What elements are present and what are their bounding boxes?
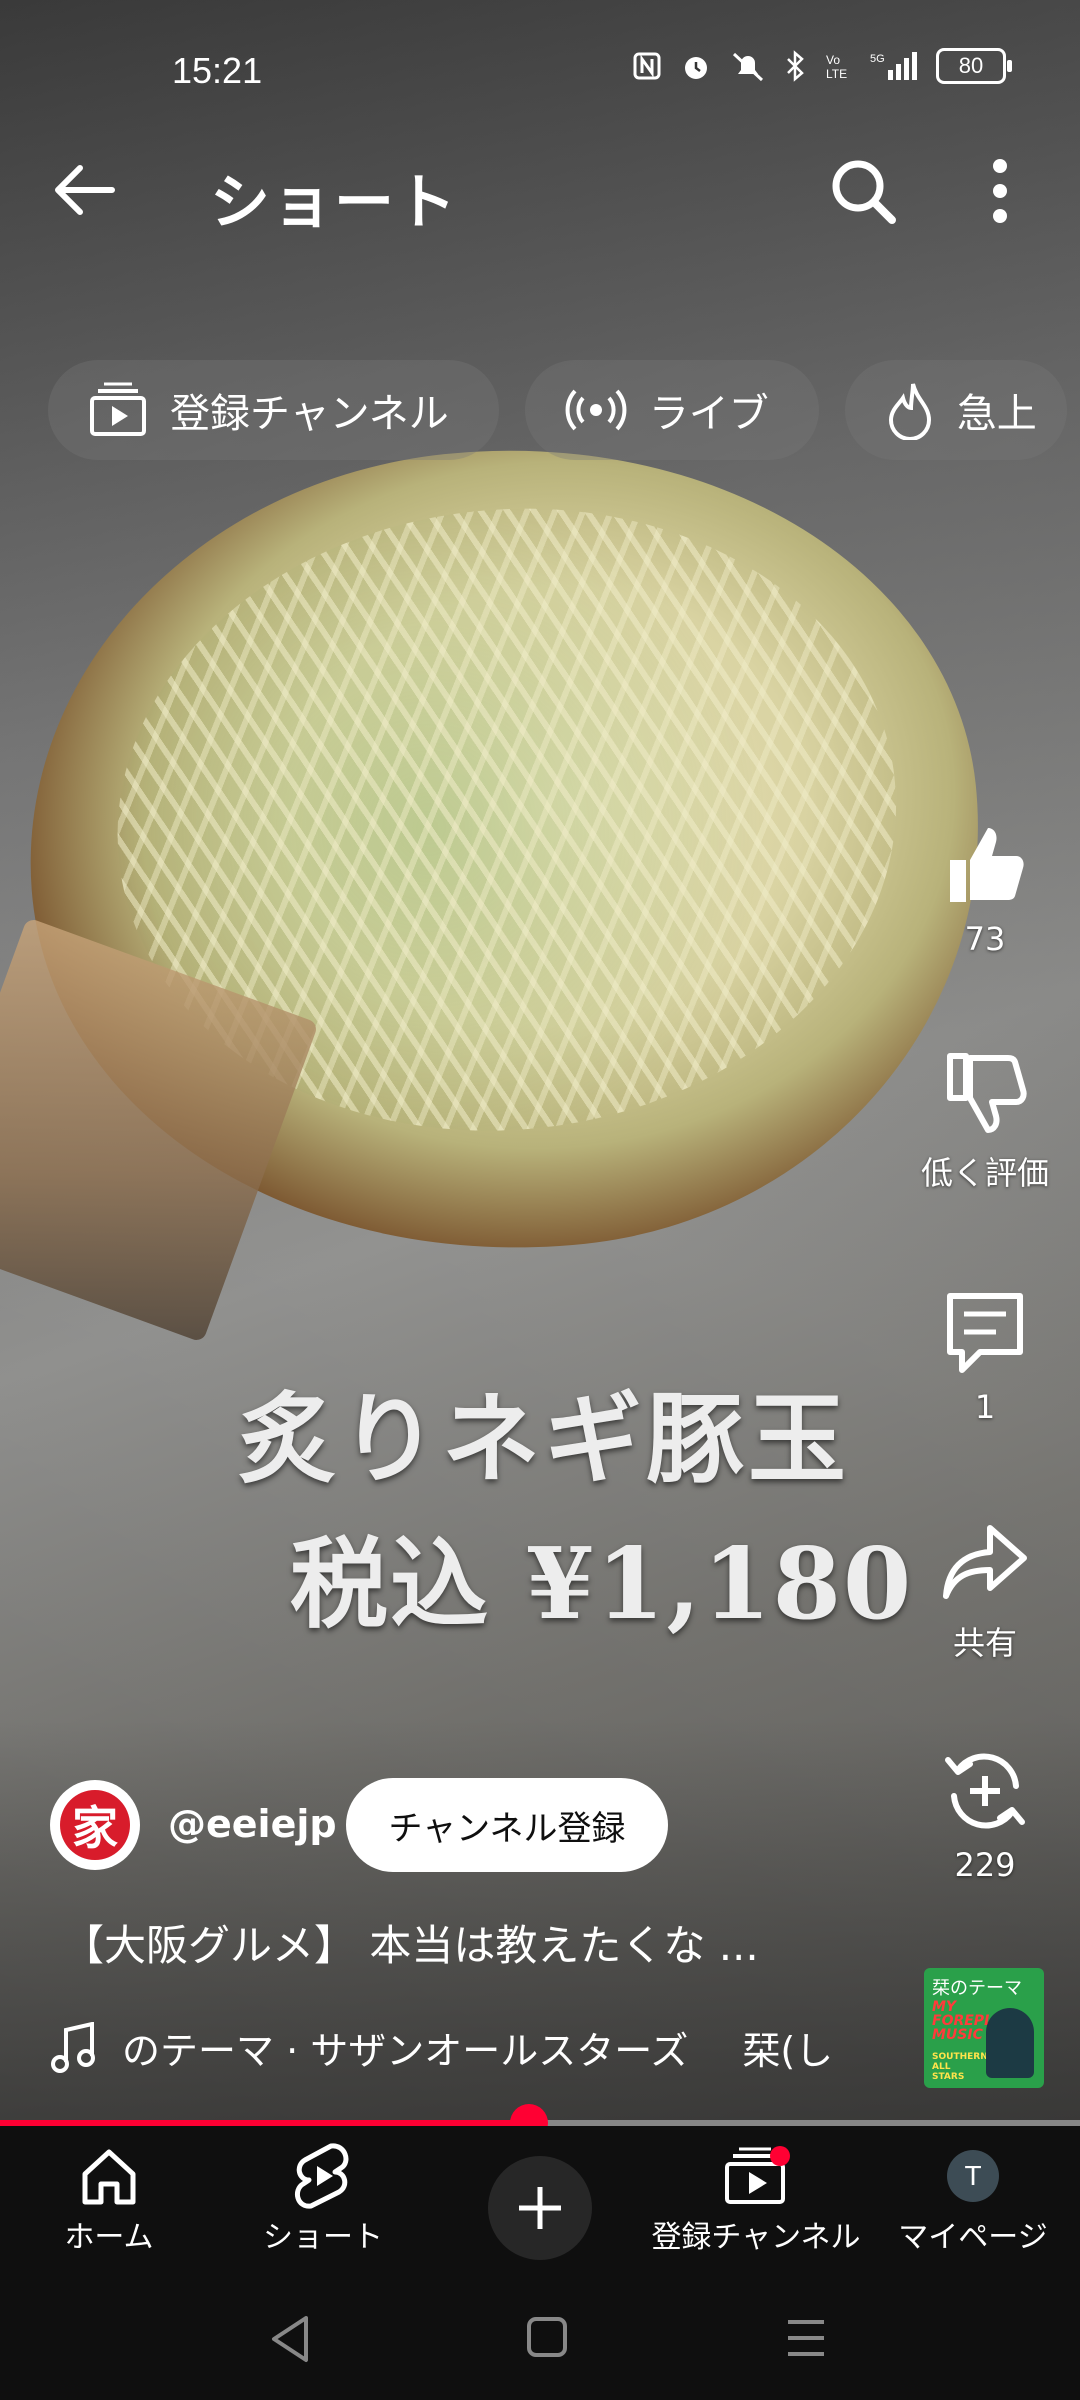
status-time: 15:21 (172, 50, 263, 91)
remix-count: 229 (954, 1846, 1016, 1884)
video-title[interactable]: 【大阪グルメ】 本当は教えたくな ... (62, 1912, 759, 1973)
trending-icon (888, 383, 931, 440)
like-button[interactable]: 73 (900, 820, 1070, 958)
svg-text:5G: 5G (870, 53, 885, 65)
nav-profile-label: マイページ (898, 2220, 1048, 2255)
back-arrow-icon[interactable] (50, 160, 120, 220)
thumbs-up-icon (950, 828, 1024, 902)
system-back-icon[interactable] (268, 2314, 312, 2364)
comment-count: 1 (974, 1388, 996, 1426)
bottom-navigation: ホーム ショート 登録チャンネル T マイページ (0, 2126, 1080, 2280)
chip-trending-label: 急上 (956, 391, 1037, 437)
filter-chips: 登録チャンネル ライブ 急上 (48, 360, 1067, 460)
search-icon[interactable] (828, 156, 898, 226)
page-title: ショート (210, 168, 458, 238)
bluetooth-icon (787, 50, 804, 82)
nav-shorts[interactable]: ショート (258, 2140, 388, 2256)
share-icon (943, 1525, 1027, 1599)
channel-avatar[interactable]: 家 (50, 1780, 140, 1870)
nav-home[interactable]: ホーム (54, 2140, 164, 2256)
video-caption-line2: 税込 ¥1,180 (290, 1527, 914, 1642)
notification-dot (770, 2146, 790, 2166)
subscribe-button[interactable]: チャンネル登録 (346, 1778, 668, 1872)
svg-text:LTE: LTE (826, 67, 847, 81)
music-note-icon (51, 2021, 95, 2073)
home-icon (82, 2149, 136, 2205)
subscriptions-icon (90, 382, 146, 436)
system-recents-icon[interactable] (784, 2316, 828, 2360)
music-track: のテーマ · サザンオールスターズ (122, 2029, 689, 2073)
album-art[interactable]: 栞のテーマ MY FOREPLAY MUSIC SOUTHERN ALL STA… (924, 1968, 1044, 2088)
share-label: 共有 (952, 1624, 1017, 1662)
dislike-label: 低く評価 (920, 1154, 1049, 1192)
live-icon (565, 389, 627, 431)
alarm-icon (685, 57, 707, 79)
channel-handle[interactable]: @eeiejp (168, 1802, 337, 1846)
battery-indicator: 80 (936, 48, 1012, 84)
chip-live-label: ライブ (648, 391, 769, 437)
thumbs-down-icon (947, 1053, 1027, 1133)
comments-button[interactable]: 1 (900, 1288, 1070, 1426)
shorts-icon (294, 2143, 349, 2209)
nfc-icon (633, 52, 661, 80)
album-artist: SOUTHERN ALL STARS (932, 2052, 988, 2082)
music-track-next: 栞(し (742, 2029, 834, 2073)
status-bar: 15:21 Vo LTE 5G 80 (0, 40, 1080, 100)
share-button[interactable]: 共有 (900, 1518, 1070, 1664)
chip-subscriptions-label: 登録チャンネル (170, 391, 449, 437)
profile-avatar: T (947, 2150, 999, 2202)
music-row[interactable]: のテーマ · サザンオールスターズ 栞(し (50, 2020, 833, 2075)
video-caption-line1: 炙りネギ豚玉 (238, 1382, 851, 1497)
signal-5g-icon: 5G (870, 52, 917, 80)
system-home-icon[interactable] (526, 2316, 568, 2358)
album-figure (986, 2008, 1034, 2078)
create-button[interactable] (488, 2156, 592, 2260)
more-options-icon[interactable] (980, 156, 1020, 226)
nav-subscriptions-label: 登録チャンネル (651, 2220, 861, 2255)
svg-text:Vo: Vo (826, 53, 840, 67)
album-title: 栞のテーマ (932, 1978, 1022, 1999)
remix-icon (945, 1753, 1025, 1829)
chip-trending[interactable]: 急上 (844, 360, 1067, 460)
nav-home-label: ホーム (64, 2220, 154, 2255)
nav-profile[interactable]: T マイページ (898, 2140, 1048, 2256)
mute-icon (732, 52, 764, 82)
dislike-button[interactable]: 低く評価 (900, 1048, 1070, 1194)
system-navigation-bar (0, 2280, 1080, 2400)
comment-icon (947, 1293, 1023, 1373)
chip-live[interactable]: ライブ (524, 360, 819, 460)
channel-avatar-text: 家 (60, 1790, 130, 1860)
nav-subscriptions[interactable]: 登録チャンネル (650, 2140, 862, 2256)
status-icons: Vo LTE 5G 80 (632, 48, 1012, 84)
remix-button[interactable]: 229 (900, 1746, 1070, 1884)
plus-icon (519, 2187, 561, 2229)
volte-icon: VoLTE (826, 53, 847, 81)
nav-shorts-label: ショート (263, 2220, 383, 2255)
chip-subscriptions[interactable]: 登録チャンネル (48, 360, 499, 460)
like-count: 73 (964, 920, 1006, 958)
top-app-bar: ショート (0, 140, 1080, 240)
